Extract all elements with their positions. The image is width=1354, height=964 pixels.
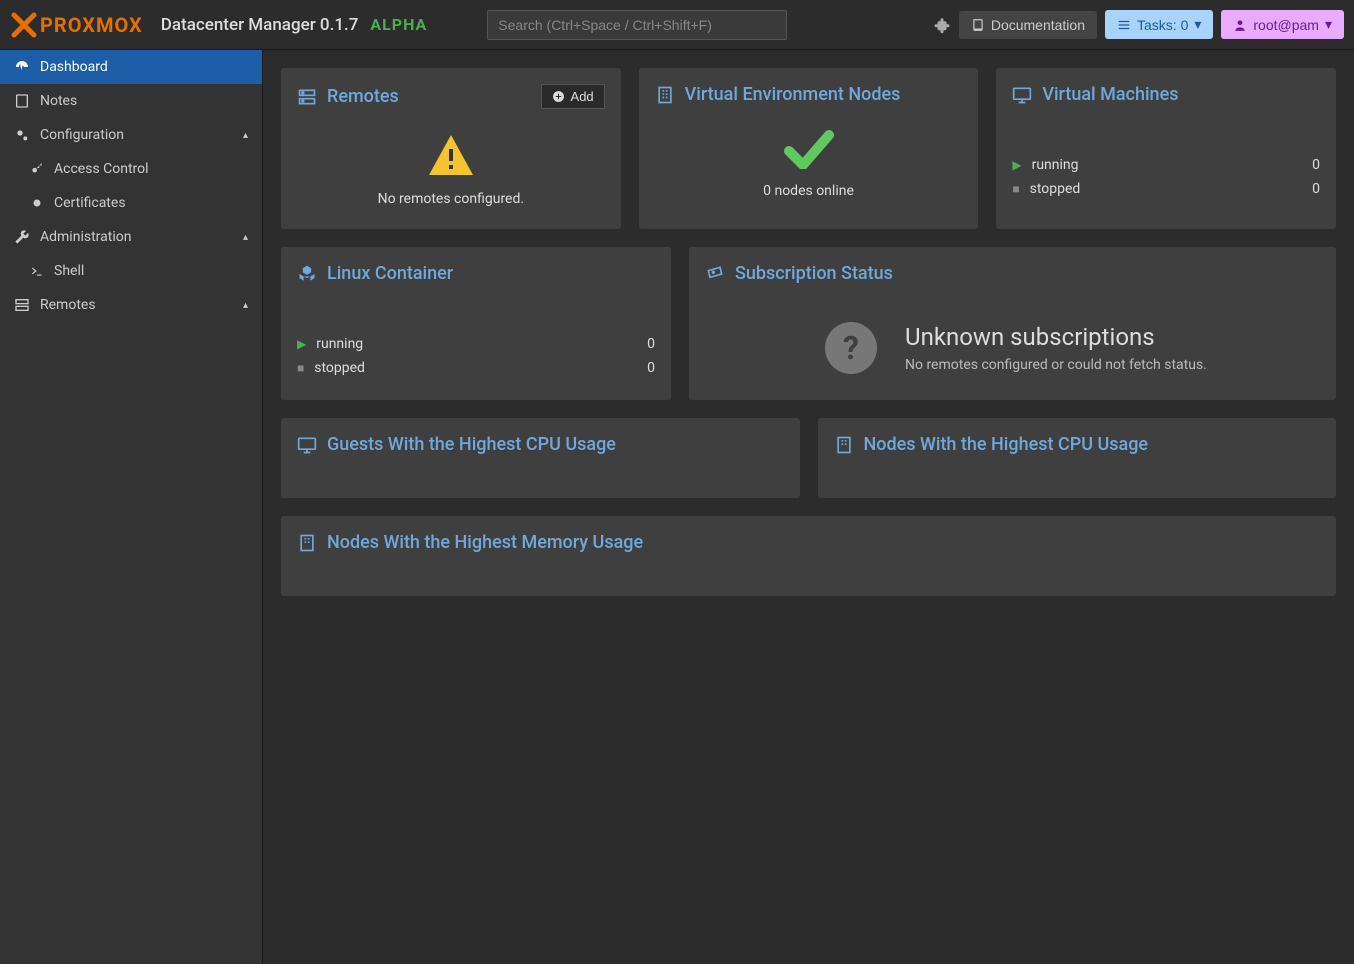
- vm-stopped-row: ■ stopped 0: [1012, 177, 1320, 201]
- sidebar-item-certificates[interactable]: Certificates: [0, 186, 262, 220]
- sidebar-item-label: Notes: [40, 93, 77, 109]
- chevron-up-icon: ▴: [243, 232, 248, 243]
- card-title-text: Remotes: [327, 86, 399, 107]
- subscription-heading: Unknown subscriptions: [905, 323, 1207, 351]
- book-icon: [971, 18, 985, 32]
- stop-icon: ■: [1012, 182, 1019, 196]
- card-guests-cpu: Guests With the Highest CPU Usage: [281, 418, 800, 498]
- tasks-button[interactable]: Tasks: 0 ▾: [1105, 10, 1213, 39]
- chevron-down-icon: ▾: [1194, 16, 1201, 33]
- card-remotes: Remotes Add No remotes configured.: [281, 68, 621, 229]
- plus-circle-icon: [552, 90, 565, 103]
- add-remote-button[interactable]: Add: [541, 84, 605, 109]
- key-icon: [30, 162, 44, 176]
- user-icon: [1233, 18, 1247, 32]
- gears-icon: [14, 127, 30, 143]
- card-title-text: Linux Container: [327, 263, 453, 284]
- sidebar-item-remotes[interactable]: Remotes ▴: [0, 288, 262, 322]
- user-button[interactable]: root@pam ▾: [1221, 10, 1344, 39]
- sidebar-item-access-control[interactable]: Access Control: [0, 152, 262, 186]
- play-icon: ▶: [297, 337, 306, 351]
- vm-running-count: 0: [1312, 157, 1320, 173]
- card-title-text: Guests With the Highest CPU Usage: [327, 434, 616, 455]
- sidebar-item-notes[interactable]: Notes: [0, 84, 262, 118]
- card-linux-container: Linux Container ▶ running 0 ■ s: [281, 247, 671, 400]
- server-icon: [14, 297, 30, 313]
- question-icon: ?: [825, 322, 877, 374]
- content-area: Remotes Add No remotes configured.: [263, 50, 1354, 964]
- certificate-icon: [30, 196, 44, 210]
- logo-text: PROXMOX: [40, 13, 143, 37]
- building-icon: [297, 533, 317, 553]
- sidebar-item-dashboard[interactable]: Dashboard: [0, 50, 262, 84]
- vm-running-label: running: [1032, 157, 1079, 173]
- card-title-text: Virtual Machines: [1042, 84, 1178, 105]
- building-icon: [655, 85, 675, 105]
- monitor-icon: [297, 435, 317, 455]
- list-icon: [1117, 18, 1131, 32]
- monitor-icon: [1012, 85, 1032, 105]
- sidebar-item-label: Dashboard: [40, 59, 108, 75]
- sidebar-item-label: Administration: [40, 229, 131, 245]
- tasks-label: Tasks: 0: [1137, 17, 1188, 33]
- add-button-label: Add: [571, 89, 594, 104]
- lxc-running-count: 0: [647, 336, 655, 352]
- card-title-text: Virtual Environment Nodes: [685, 84, 901, 105]
- chevron-up-icon: ▴: [243, 300, 248, 311]
- cubes-icon: [297, 264, 317, 284]
- sidebar-item-label: Remotes: [40, 297, 96, 313]
- play-icon: ▶: [1012, 158, 1021, 172]
- sidebar: Dashboard Notes Configuration ▴ Access C…: [0, 50, 263, 964]
- check-icon: [784, 129, 834, 169]
- nodes-online-text: 0 nodes online: [763, 183, 854, 199]
- user-label: root@pam: [1253, 17, 1319, 33]
- subscription-detail: No remotes configured or could not fetch…: [905, 357, 1207, 373]
- building-icon: [834, 435, 854, 455]
- dashboard-icon: [14, 59, 30, 75]
- lxc-stopped-row: ■ stopped 0: [297, 356, 655, 380]
- vm-stopped-count: 0: [1312, 181, 1320, 197]
- vm-stopped-label: stopped: [1030, 181, 1081, 197]
- lxc-stopped-label: stopped: [314, 360, 365, 376]
- logo[interactable]: PROXMOX: [10, 11, 143, 39]
- sidebar-item-configuration[interactable]: Configuration ▴: [0, 118, 262, 152]
- card-title-text: Nodes With the Highest CPU Usage: [864, 434, 1149, 455]
- card-ve-nodes: Virtual Environment Nodes 0 nodes online: [639, 68, 979, 229]
- card-title-text: Nodes With the Highest Memory Usage: [327, 532, 643, 553]
- terminal-icon: [30, 264, 44, 278]
- card-virtual-machines: Virtual Machines ▶ running 0 ■: [996, 68, 1336, 229]
- lxc-running-label: running: [316, 336, 363, 352]
- card-title-text: Subscription Status: [735, 263, 893, 284]
- top-bar: PROXMOX Datacenter Manager 0.1.7 ALPHA D…: [0, 0, 1354, 50]
- app-title: Datacenter Manager 0.1.7: [161, 15, 359, 35]
- warning-icon: [426, 133, 476, 177]
- wrench-icon: [14, 229, 30, 245]
- chevron-down-icon: ▾: [1325, 16, 1332, 33]
- alpha-tag: ALPHA: [370, 15, 427, 34]
- puzzle-icon[interactable]: [933, 16, 951, 34]
- remotes-empty-text: No remotes configured.: [378, 191, 524, 207]
- sidebar-item-label: Access Control: [54, 161, 149, 177]
- sidebar-item-administration[interactable]: Administration ▴: [0, 220, 262, 254]
- card-subscription-status: Subscription Status ? Unknown subscripti…: [689, 247, 1336, 400]
- sidebar-item-label: Certificates: [54, 195, 126, 211]
- lxc-stopped-count: 0: [647, 360, 655, 376]
- search-input[interactable]: [487, 10, 787, 40]
- sidebar-item-shell[interactable]: Shell: [0, 254, 262, 288]
- sidebar-item-label: Configuration: [40, 127, 124, 143]
- card-nodes-cpu: Nodes With the Highest CPU Usage: [818, 418, 1337, 498]
- sidebar-item-label: Shell: [54, 263, 84, 279]
- ticket-icon: [705, 264, 725, 284]
- lxc-running-row: ▶ running 0: [297, 332, 655, 356]
- stop-icon: ■: [297, 361, 304, 375]
- note-icon: [14, 93, 30, 109]
- vm-running-row: ▶ running 0: [1012, 153, 1320, 177]
- chevron-up-icon: ▴: [243, 130, 248, 141]
- logo-icon: [10, 11, 38, 39]
- server-icon: [297, 87, 317, 107]
- card-nodes-memory: Nodes With the Highest Memory Usage: [281, 516, 1336, 596]
- documentation-label: Documentation: [991, 17, 1085, 33]
- search-box: [487, 10, 787, 40]
- documentation-button[interactable]: Documentation: [959, 11, 1097, 39]
